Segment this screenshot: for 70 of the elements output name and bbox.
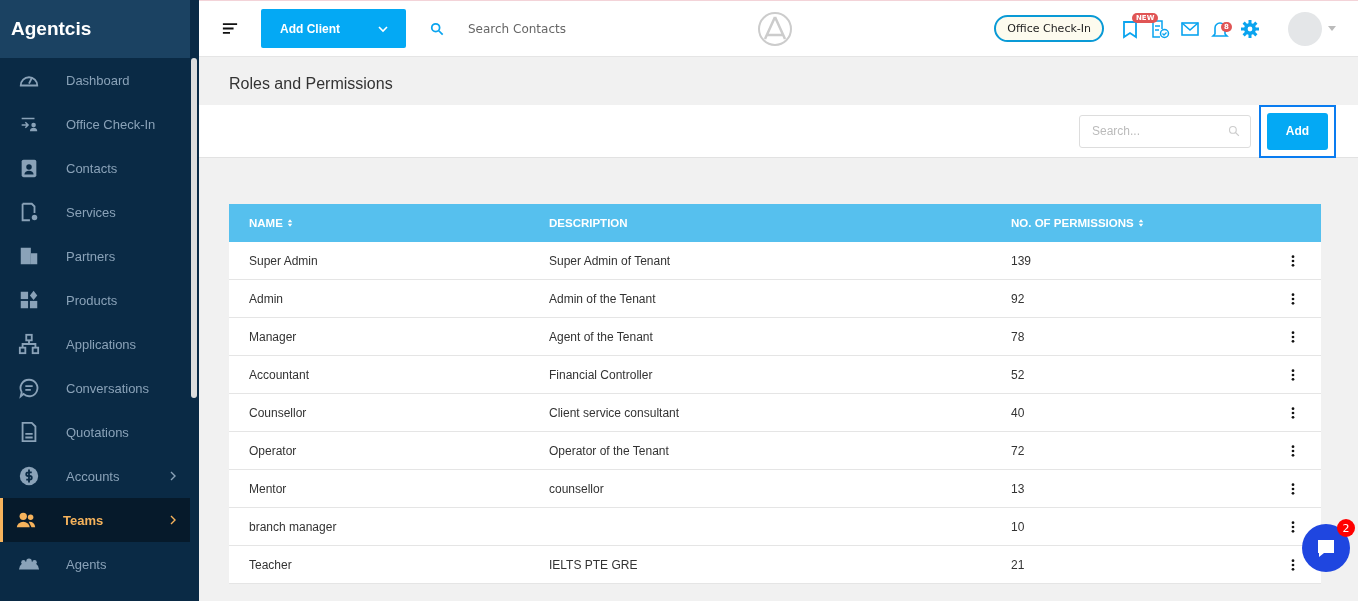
table-cell: IELTS PTE GRE <box>549 557 638 572</box>
table-cell: 40 <box>1011 405 1025 420</box>
table-cell: Operator of the Tenant <box>549 443 669 458</box>
more-icon[interactable] <box>1291 292 1295 305</box>
document-check-icon[interactable] <box>1150 18 1170 39</box>
search-field[interactable]: Search... <box>1079 114 1251 148</box>
sidebar-item[interactable]: Conversations <box>0 366 190 410</box>
table-cell: branch manager <box>249 519 337 534</box>
table-cell: Admin <box>249 291 283 306</box>
table-cell: 92 <box>1011 291 1025 306</box>
sort-icon[interactable] <box>286 218 293 228</box>
more-icon[interactable] <box>1291 254 1295 267</box>
scrollbar-thumb[interactable] <box>191 58 197 398</box>
more-icon[interactable] <box>1291 558 1295 571</box>
table-cell: Mentor <box>249 481 287 496</box>
menu-icon[interactable] <box>222 22 238 35</box>
search-icon <box>1228 124 1240 137</box>
sidebar-item[interactable]: Services <box>0 190 190 234</box>
sidebar-item[interactable]: Accounts <box>0 454 190 498</box>
caret-icon[interactable] <box>377 24 389 33</box>
brand-logo[interactable]: Agentcis <box>11 18 92 40</box>
more-icon[interactable] <box>1291 520 1295 533</box>
products-icon <box>18 289 40 311</box>
table-cell: Manager <box>249 329 297 344</box>
caret-icon[interactable] <box>1328 26 1336 31</box>
unread-badge: 2 <box>1337 519 1355 537</box>
sort-icon[interactable] <box>1137 218 1144 228</box>
table-cell: Operator <box>249 443 297 458</box>
sidebar-item[interactable]: Office Check-In <box>0 102 190 146</box>
sidebar-item[interactable]: Partners <box>0 234 190 278</box>
table-cell: 10 <box>1011 519 1025 534</box>
sidebar-item[interactable]: Quotations <box>0 410 190 454</box>
sidebar-item[interactable]: Products <box>0 278 190 322</box>
table-cell: 78 <box>1011 329 1025 344</box>
more-icon[interactable] <box>1291 444 1295 457</box>
apps-icon <box>18 333 40 355</box>
column-header: DESCRIPTION <box>549 217 628 229</box>
table-cell: 139 <box>1011 253 1032 268</box>
table-cell: Client service consultant <box>549 405 680 420</box>
table-cell: Accountant <box>249 367 310 382</box>
table-cell: counsellor <box>549 481 604 496</box>
settings-icon[interactable] <box>1240 18 1260 39</box>
table-cell: Super Admin <box>249 253 318 268</box>
sidebar-item[interactable]: Contacts <box>0 146 190 190</box>
search-icon[interactable] <box>430 21 444 36</box>
more-icon[interactable] <box>1291 406 1295 419</box>
table-cell: Admin of the Tenant <box>549 291 656 306</box>
chat-icon <box>18 377 40 399</box>
table-cell: Super Admin of Tenant <box>549 253 671 268</box>
more-icon[interactable] <box>1291 330 1295 343</box>
page-title: Roles and Permissions <box>229 75 394 94</box>
table-cell: 72 <box>1011 443 1025 458</box>
logo-icon <box>757 10 793 47</box>
sidebar-item[interactable]: Teams <box>0 498 190 542</box>
sidebar-item[interactable]: Applications <box>0 322 190 366</box>
sidebar-item[interactable]: Agents <box>0 542 190 586</box>
table-cell: Agent of the Tenant <box>549 329 653 344</box>
table-cell: Counsellor <box>249 405 307 420</box>
building-icon <box>18 245 40 267</box>
table-cell: 21 <box>1011 557 1025 572</box>
office-check-in-button[interactable]: Office Check-In <box>994 15 1104 42</box>
more-icon[interactable] <box>1291 482 1295 495</box>
table-cell: 52 <box>1011 367 1025 382</box>
table-cell: Teacher <box>249 557 292 572</box>
sidebar-item[interactable]: Dashboard <box>0 58 190 102</box>
table-cell: Financial Controller <box>549 367 653 382</box>
more-icon[interactable] <box>1291 368 1295 381</box>
dollar-icon <box>18 465 40 487</box>
table-cell: 13 <box>1011 481 1025 496</box>
bookmark-icon[interactable] <box>1120 18 1140 39</box>
